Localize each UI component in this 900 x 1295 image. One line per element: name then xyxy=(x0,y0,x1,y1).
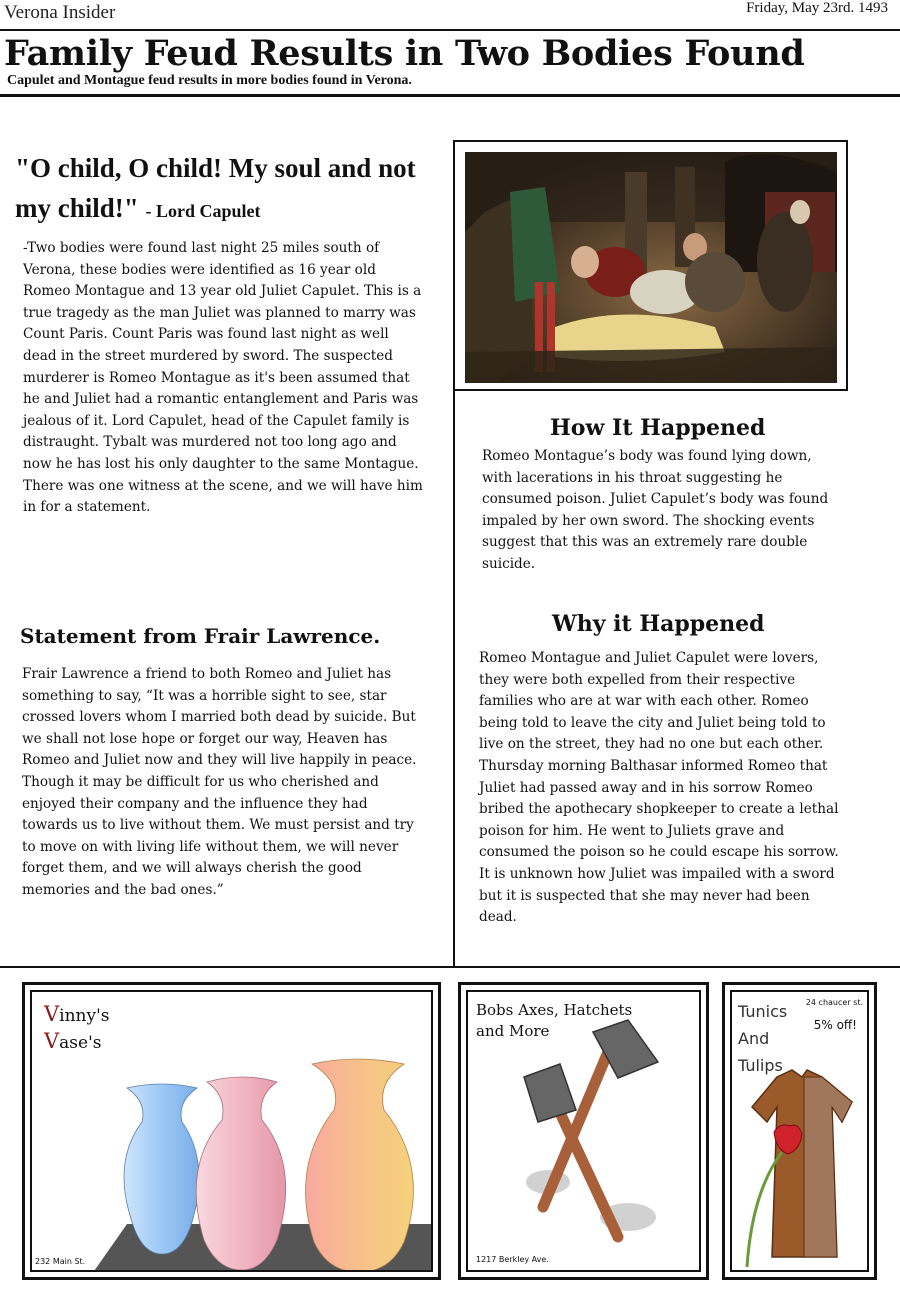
subheadline: Capulet and Montague feud results in mor… xyxy=(7,73,412,88)
friar-statement-text: Frair Lawrence a friend to both Romeo an… xyxy=(22,666,417,898)
ad-bobs-axes: Bobs Axes, Hatchets and More 1217 Berkle… xyxy=(458,982,709,1280)
why-it-happened-text: Romeo Montague and Juliet Capulet were l… xyxy=(479,650,839,926)
header-rule xyxy=(0,94,900,97)
pull-quote: "O child, O child! My soul and not my ch… xyxy=(15,148,435,231)
vases-illustration xyxy=(94,1058,431,1270)
ads-rule xyxy=(0,966,900,968)
tunic-illustration xyxy=(745,1069,853,1268)
how-it-happened-heading: How It Happened xyxy=(550,415,766,441)
masthead-name: Verona Insider xyxy=(4,2,116,23)
ad-vinnys-vases-inner: Vinny's Vase's 232 Main St. xyxy=(30,990,433,1272)
why-it-happened-heading: Why it Happened xyxy=(552,611,765,637)
ad-bobs-axes-inner: Bobs Axes, Hatchets and More 1217 Berkle… xyxy=(466,990,701,1272)
painting-image xyxy=(465,152,837,383)
main-story-text: -Two bodies were found last night 25 mil… xyxy=(23,240,423,516)
top-rule xyxy=(0,29,900,31)
ad-vinnys-vases: Vinny's Vase's 232 Main St. xyxy=(22,982,441,1280)
headline: Family Feud Results in Two Bodies Found xyxy=(4,33,805,74)
masthead-date: Friday, May 23rd. 1493 xyxy=(746,0,888,16)
vinny-address: 232 Main St. xyxy=(35,1257,86,1266)
axes-illustration xyxy=(523,1019,660,1243)
quote-attribution: - Lord Capulet xyxy=(145,201,261,221)
friar-statement-heading: Statement from Frair Lawrence. xyxy=(20,624,381,648)
painting-frame xyxy=(453,140,848,391)
ad-tunics-tulips-inner: Tunics And Tulips 24 chaucer st. 5% off! xyxy=(730,990,869,1272)
how-it-happened-text: Romeo Montague’s body was found lying do… xyxy=(482,448,829,572)
ad-tunics-tulips: Tunics And Tulips 24 chaucer st. 5% off! xyxy=(722,982,877,1280)
bobs-address: 1217 Berkley Ave. xyxy=(476,1255,549,1264)
